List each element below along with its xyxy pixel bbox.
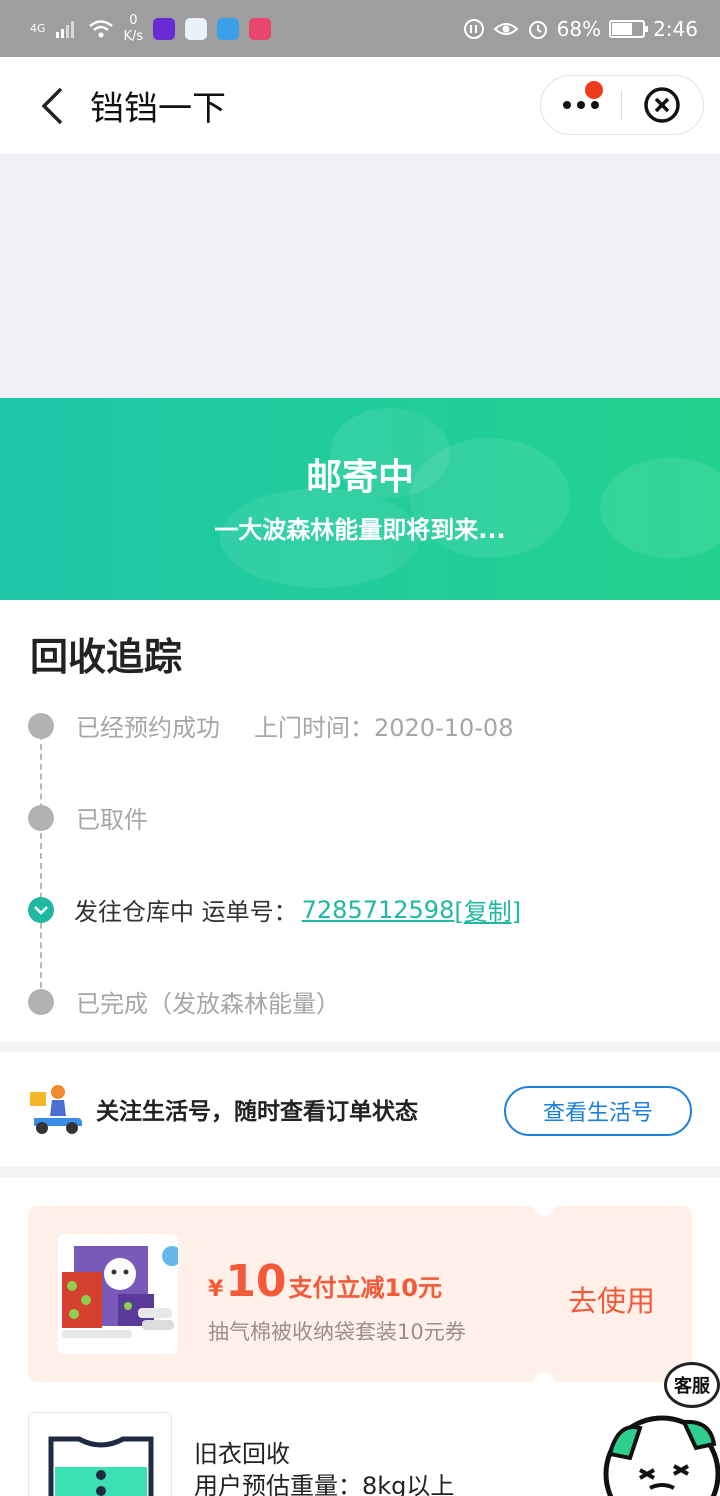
wifi-icon — [88, 19, 113, 37]
eye-comfort-icon — [493, 22, 519, 35]
status-bar: 4G 0 K/s 68% 2:46 — [0, 0, 720, 57]
timeline-step-booked: 已经预约成功 上门时间：2020-10-08 — [28, 708, 513, 743]
timeline-step-shipping: 发往仓库中 运单号： 7285712598 [复制] — [28, 892, 521, 927]
timeline-line — [40, 724, 42, 998]
video-app-icon — [153, 17, 176, 40]
step-label: 已取件 — [76, 806, 148, 834]
section-divider — [0, 1042, 720, 1052]
banner-title: 邮寄中 — [305, 457, 414, 498]
step-label: 发往仓库中 运单号： — [74, 898, 298, 926]
status-banner: 邮寄中 一大波森林能量即将到来... — [0, 398, 720, 600]
battery-icon — [609, 19, 649, 38]
product-image — [58, 1234, 178, 1354]
follow-card: 关注生活号，随时查看订单状态 查看生活号 — [0, 1052, 720, 1166]
step-label: 已完成（发放森林能量） — [76, 990, 340, 1018]
tracking-title: 回收追踪 — [30, 635, 183, 679]
visit-time: 上门时间：2020-10-08 — [254, 714, 514, 742]
step-label: 已经预约成功 — [76, 714, 220, 742]
step-dot — [28, 712, 54, 739]
item-thumbnail — [28, 1412, 172, 1496]
tshirt-icon — [48, 1436, 154, 1496]
view-life-account-button[interactable]: 查看生活号 — [504, 1086, 692, 1136]
signal-icon — [55, 20, 74, 38]
use-coupon-button[interactable]: 去使用 — [568, 1278, 655, 1320]
tv-app-icon — [217, 17, 240, 40]
coupon-desc: 支付立减10元 — [288, 1274, 442, 1302]
close-icon — [644, 87, 681, 123]
timeline-step-done: 已完成（发放森林能量） — [28, 984, 340, 1019]
follow-text: 关注生活号，随时查看订单状态 — [96, 1099, 418, 1125]
alarm-icon — [528, 20, 547, 39]
more-menu-button[interactable] — [541, 76, 621, 134]
item-name: 旧衣回收 — [194, 1440, 290, 1468]
coupon-amount: ¥ 10 支付立减10元 — [208, 1256, 442, 1307]
coupon-notch — [534, 1196, 554, 1216]
section-divider — [0, 1166, 720, 1178]
chevron-left-icon — [41, 87, 63, 124]
more-dots-icon — [562, 101, 599, 109]
coupon-card[interactable]: ¥ 10 支付立减10元 抽气棉被收纳袋套装10元券 去使用 — [28, 1196, 692, 1392]
item-weight: 用户预估重量：8kg以上 — [194, 1472, 455, 1496]
service-label: 客服 — [664, 1362, 720, 1408]
copy-button[interactable]: [复制] — [454, 892, 521, 927]
battery-percent: 68% — [556, 16, 602, 41]
step-dot — [28, 804, 54, 831]
timeline-step-picked: 已取件 — [28, 800, 148, 835]
check-icon — [28, 896, 54, 923]
delivery-scooter-icon — [30, 1085, 82, 1134]
signal-indicator: 4G — [30, 22, 46, 35]
mini-program-capsule — [540, 75, 704, 135]
customer-service-button[interactable]: 客服 — [600, 1362, 720, 1496]
coupon-notch — [534, 1372, 554, 1392]
currency-symbol: ¥ — [208, 1277, 224, 1302]
banner-subtitle: 一大波森林能量即将到来... — [214, 516, 506, 544]
tracking-number-link[interactable]: 7285712598 — [302, 896, 455, 924]
clock: 2:46 — [653, 16, 698, 41]
close-button[interactable] — [622, 76, 704, 134]
back-button[interactable] — [22, 76, 82, 136]
step-dot — [28, 988, 54, 1015]
coupon-value: 10 — [225, 1256, 287, 1307]
page-title: 铛铛一下 — [90, 89, 226, 129]
network-speed: 0 K/s — [123, 12, 144, 44]
nav-bar: 铛铛一下 — [0, 57, 720, 154]
loading-area — [0, 154, 720, 398]
coupon-subtitle: 抽气棉被收纳袋套装10元券 — [208, 1320, 466, 1344]
notification-dot — [584, 81, 603, 99]
data-saver-icon — [463, 18, 484, 39]
browser-app-icon — [185, 17, 208, 40]
shop-app-icon — [249, 17, 272, 40]
